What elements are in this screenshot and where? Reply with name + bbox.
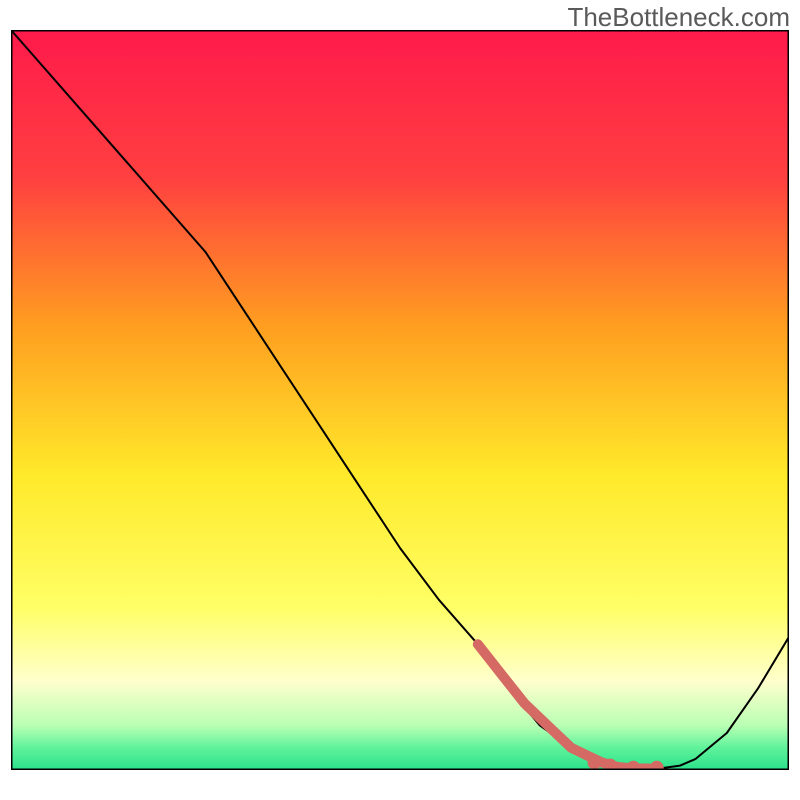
watermark-text: TheBottleneck.com (567, 2, 790, 33)
gradient-background (11, 30, 789, 770)
chart-svg (11, 30, 789, 770)
optimal-marker-dot (588, 756, 602, 770)
plot-area (11, 30, 789, 770)
chart-frame: TheBottleneck.com (0, 0, 800, 800)
